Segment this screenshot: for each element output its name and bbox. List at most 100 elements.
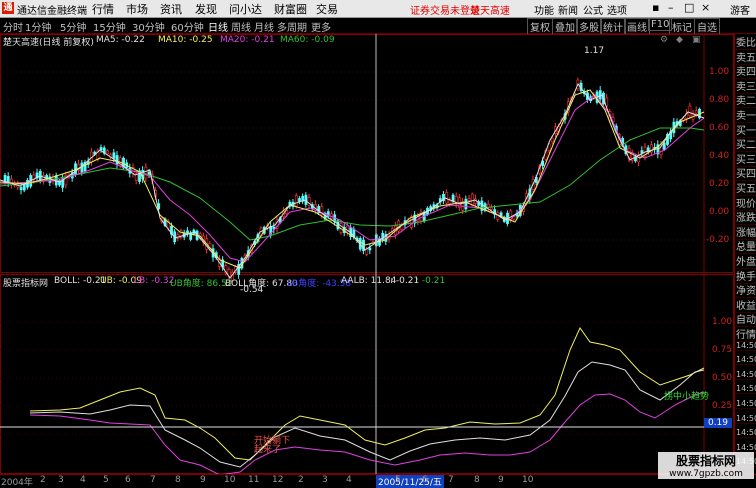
y-tick: 1.00 <box>709 67 730 77</box>
boll-line <box>29 361 705 468</box>
y-tick: 0.00 <box>709 207 730 217</box>
candle-body <box>186 230 189 234</box>
month-label: 7 <box>448 475 454 485</box>
collapse-icon[interactable]: ◆ <box>676 35 683 45</box>
candle-body <box>662 142 666 150</box>
candle-body <box>499 212 503 217</box>
side-panel-item[interactable]: 买二 <box>736 136 756 153</box>
candle-body <box>694 110 698 114</box>
green-annotation: 拐中小趋势 <box>664 392 710 402</box>
indicator-frame <box>0 274 734 474</box>
chart-canvas[interactable] <box>0 0 734 474</box>
ma5-label: MA5: -0.22 <box>96 35 145 45</box>
candle-body <box>294 195 298 207</box>
side-panel-item[interactable]: 14:50 <box>736 341 756 351</box>
candle-body <box>688 105 692 116</box>
side-panel-item[interactable]: 14:50 <box>736 370 756 380</box>
side-panel-item[interactable]: 卖四 <box>736 63 756 80</box>
y-tick: 0.20 <box>709 179 730 189</box>
side-panel-item[interactable]: 涨幅 <box>736 224 756 240</box>
month-label: 12 <box>272 475 284 485</box>
side-panel-item[interactable]: 14:50 <box>736 384 756 395</box>
candle-body <box>550 137 554 143</box>
month-label: 4 <box>80 475 86 485</box>
y-tick: 0.40 <box>709 151 730 161</box>
side-panel-item[interactable]: 总量 <box>736 238 756 255</box>
high-label: 1.17 <box>584 46 605 56</box>
watermark-line2: www.7gpzb.com <box>669 469 743 479</box>
side-panel-item[interactable]: 买三 <box>736 151 756 167</box>
side-panel-item[interactable]: 14:50 <box>736 428 756 439</box>
indicator-title[interactable]: 股票指标网 <box>3 276 48 289</box>
ind-y-tick: 0.50 <box>712 373 733 383</box>
side-panel-item[interactable]: 14:50 <box>736 399 756 409</box>
year-label: 2004年 <box>1 478 33 488</box>
ma20-label: MA20: -0.21 <box>220 35 275 45</box>
y-tick: 0.80 <box>709 95 730 105</box>
side-panel-item[interactable]: 现价 <box>736 195 756 211</box>
ind-y-tick: 1.00 <box>712 317 733 327</box>
extra-value-1: : -0.21 <box>390 276 420 286</box>
y-tick: -0.20 <box>706 235 730 245</box>
side-panel-item[interactable]: 14:50 <box>736 355 756 366</box>
month-label: 9 <box>498 475 504 485</box>
candle-body <box>448 200 452 204</box>
month-label: 9 <box>200 475 206 485</box>
side-panel-item[interactable]: 14:50 <box>736 414 756 424</box>
ma10-label: MA10: -0.25 <box>158 35 213 45</box>
candle-body <box>112 152 116 159</box>
side-panel-item[interactable]: 收益 <box>736 297 756 313</box>
settings-icon[interactable]: ⚙ <box>660 35 668 45</box>
side-panel-item[interactable]: 外盘 <box>736 253 756 269</box>
side-panel-item[interactable]: 卖五 <box>736 49 756 65</box>
quote-side-panel[interactable]: 委比 卖五 卖四 卖三 卖二 卖一 买一 买二 买三 买四 买五 现价 涨跌 涨幅 总量 外盘 换手 净资 收益 自动… <box>734 34 756 474</box>
candle-body <box>464 198 468 210</box>
y-tick: 0.60 <box>709 123 730 133</box>
side-panel-item[interactable]: 买一 <box>736 122 756 138</box>
side-panel-item[interactable]: 买五 <box>736 180 756 196</box>
month-label: 6 <box>422 475 428 485</box>
month-label: 4 <box>346 475 352 485</box>
month-label: 6 <box>125 475 131 485</box>
candle-body <box>368 247 372 251</box>
candle-body <box>19 187 23 191</box>
side-panel-item[interactable]: 卖一 <box>736 107 756 123</box>
side-panel-item[interactable]: 行情 <box>736 326 756 342</box>
candle-body <box>490 207 493 210</box>
side-panel-item[interactable]: 净资 <box>736 282 756 299</box>
side-panel-item[interactable]: 卖三 <box>736 78 756 94</box>
candle-body <box>80 162 84 174</box>
watermark-line1: 股票指标网 <box>675 454 736 468</box>
candle-body <box>144 166 148 179</box>
sell-annotation: 起来了 <box>254 445 282 455</box>
candle-body <box>22 183 26 191</box>
month-label: 3 <box>322 475 328 485</box>
expand-icon[interactable]: ▣ <box>692 35 701 45</box>
candle-body <box>470 193 474 206</box>
side-panel-item[interactable]: 买四 <box>736 165 756 182</box>
side-panel-item[interactable]: 换手 <box>736 268 756 284</box>
main-chart-title: 楚天高速(日线 前复权) <box>3 38 94 48</box>
ma5-line <box>0 83 705 279</box>
lb-value: LB: -0.32 <box>134 276 175 286</box>
month-label: 2 <box>298 475 304 485</box>
candlesticks[interactable] <box>3 77 701 284</box>
indicator-grid <box>0 321 704 435</box>
ma60-label: MA60: -0.09 <box>280 35 335 45</box>
candle-body <box>99 147 103 151</box>
aalb-value: AALB: 11.84 <box>341 276 397 286</box>
month-label: 5 <box>103 475 109 485</box>
candle-body <box>467 198 471 201</box>
candle-body <box>115 155 119 165</box>
extra-value-2: : -0.21 <box>416 276 446 286</box>
side-panel-item[interactable]: 自动 <box>736 311 756 328</box>
side-panel-item[interactable]: 涨跌 <box>736 209 756 226</box>
price-tag: 0.19 <box>704 418 732 428</box>
month-label: 2 <box>40 475 46 485</box>
side-panel-item[interactable]: 卖二 <box>736 92 756 109</box>
side-panel-item[interactable]: 委比 <box>736 34 756 50</box>
month-label: 10 <box>522 475 534 485</box>
date-axis-bar: 2004年 2005/11/25/五 2 3 4 5 6 7 8 9 10 11 12 2 3 4 5 6 7 8… <box>0 474 756 488</box>
ind-y-tick: 0.25 <box>712 401 733 411</box>
ub-angle-value: UB角度: 86.52 <box>170 279 233 289</box>
